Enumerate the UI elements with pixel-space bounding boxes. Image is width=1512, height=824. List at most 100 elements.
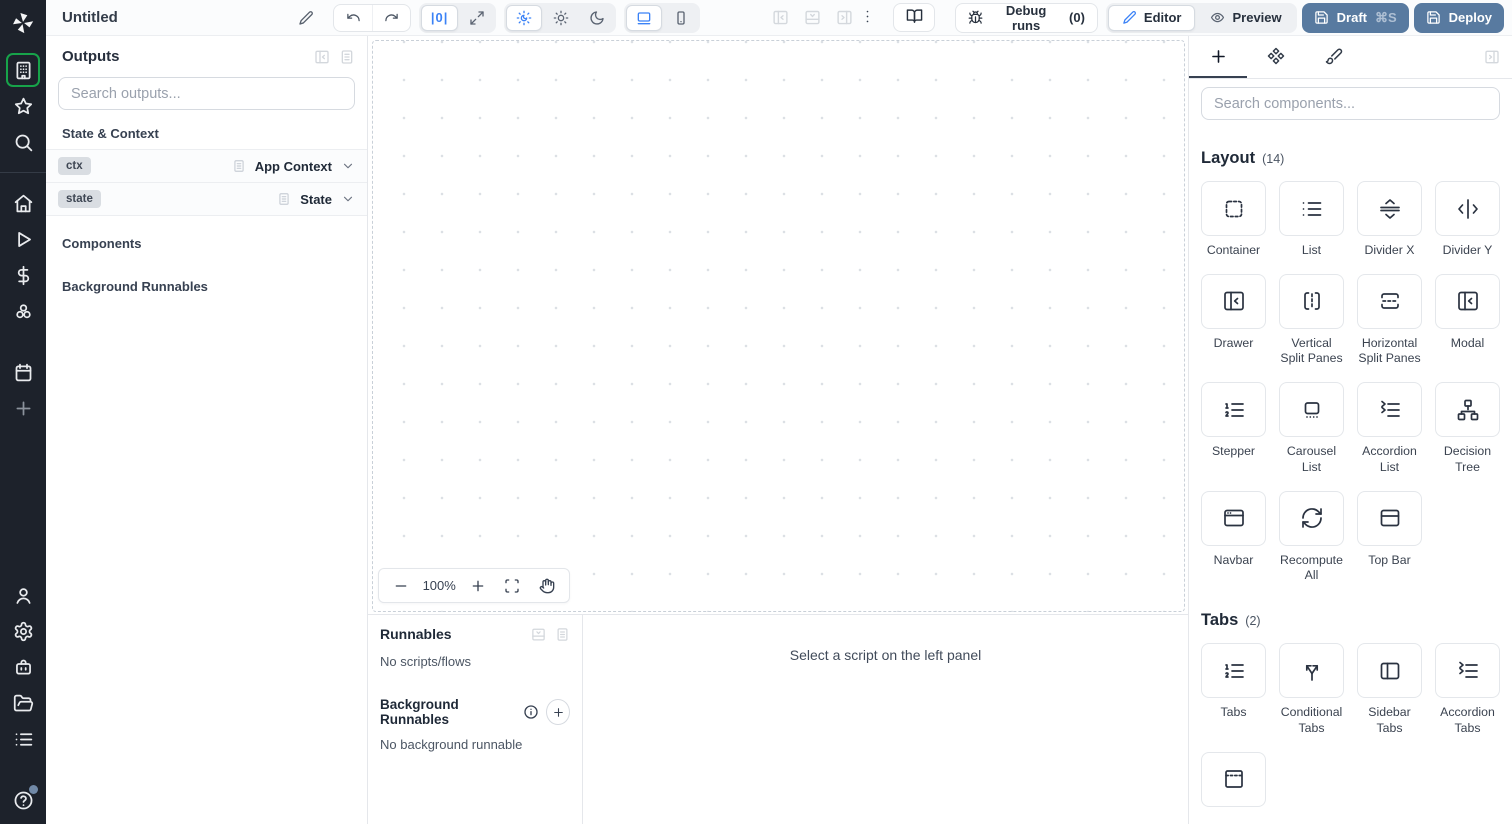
zoom-in-button[interactable] bbox=[465, 573, 491, 599]
search-icon bbox=[13, 132, 34, 153]
plus-icon bbox=[1209, 47, 1228, 66]
search-components-input[interactable] bbox=[1201, 87, 1500, 120]
sidebar-item-home[interactable] bbox=[6, 186, 40, 220]
tab-insert-component[interactable] bbox=[1189, 36, 1247, 78]
component-recompute-all[interactable] bbox=[1279, 490, 1344, 546]
component-list[interactable] bbox=[1279, 181, 1344, 236]
theme-light-button[interactable] bbox=[544, 5, 578, 31]
component-accordion-list[interactable] bbox=[1357, 382, 1422, 438]
expand-runnables-button[interactable] bbox=[555, 627, 570, 642]
component-navbar[interactable] bbox=[1201, 490, 1266, 546]
reset-zoom-button[interactable]: |0| bbox=[420, 4, 459, 31]
app-root: Untitled |0| Debug runs (0) Editor Previ… bbox=[0, 0, 1512, 824]
desktop-view-button[interactable] bbox=[626, 4, 663, 31]
collapse-panel-button[interactable] bbox=[1484, 49, 1500, 65]
divider-y-icon bbox=[1456, 197, 1480, 221]
component-cell: Sidebar Tabs bbox=[1357, 643, 1422, 736]
component-cell: Stepper bbox=[1201, 382, 1266, 475]
list-ordered-icon bbox=[1222, 398, 1246, 422]
save-icon bbox=[1314, 10, 1329, 25]
sidebar-item-hub[interactable] bbox=[6, 294, 40, 328]
output-type-label: State bbox=[300, 191, 332, 207]
toggle-left-panel-button[interactable] bbox=[772, 9, 789, 26]
file-lines-icon bbox=[232, 159, 246, 173]
windmill-logo[interactable] bbox=[10, 10, 36, 36]
zoom-out-button[interactable] bbox=[388, 573, 414, 599]
output-key-badge: ctx bbox=[58, 157, 91, 175]
component-divider-y[interactable] bbox=[1435, 181, 1500, 236]
add-background-runnable-button[interactable] bbox=[546, 699, 570, 725]
output-row-state[interactable]: state State bbox=[46, 183, 367, 216]
deploy-button[interactable]: Deploy bbox=[1413, 2, 1504, 33]
list-bullet-icon bbox=[1300, 197, 1324, 221]
component-conditional-tabs[interactable] bbox=[1279, 643, 1344, 699]
sun-moon-icon bbox=[516, 10, 532, 26]
toggle-right-panel-button[interactable] bbox=[836, 9, 853, 26]
component-top-bar[interactable] bbox=[1357, 490, 1422, 546]
component-decision-tree[interactable] bbox=[1435, 382, 1500, 438]
component-cell: Decision Tree bbox=[1435, 382, 1500, 475]
sidebar-item-help[interactable] bbox=[6, 783, 40, 817]
sidebar-item-plus[interactable] bbox=[6, 391, 40, 425]
undo-button[interactable] bbox=[334, 5, 372, 31]
more-menu-button[interactable] bbox=[853, 4, 881, 32]
hand-icon bbox=[539, 578, 555, 594]
component-dashed-top-tabs[interactable] bbox=[1201, 751, 1266, 807]
output-row-ctx[interactable]: ctx App Context bbox=[46, 150, 367, 183]
preview-mode-button[interactable]: Preview bbox=[1197, 5, 1294, 31]
pan-tool-button[interactable] bbox=[534, 573, 560, 599]
sidebar-item-building[interactable] bbox=[6, 53, 40, 87]
sidebar-item-folder[interactable] bbox=[6, 686, 40, 720]
component-accordion-tabs[interactable] bbox=[1435, 643, 1500, 699]
fit-view-button[interactable] bbox=[499, 573, 525, 599]
editor-mode-button[interactable]: Editor bbox=[1107, 4, 1196, 31]
accordion-icon bbox=[1456, 659, 1480, 683]
theme-dark-button[interactable] bbox=[580, 5, 614, 31]
component-stepper[interactable] bbox=[1201, 382, 1266, 438]
component-carousel-list[interactable] bbox=[1279, 382, 1344, 438]
sidebar-item-list[interactable] bbox=[6, 722, 40, 756]
component-label: Accordion Tabs bbox=[1440, 705, 1495, 735]
sidebar-item-gear[interactable] bbox=[6, 614, 40, 648]
sidebar-item-calendar[interactable] bbox=[6, 355, 40, 389]
theme-auto-button[interactable] bbox=[506, 4, 543, 31]
panel-left-close-icon bbox=[1222, 289, 1246, 313]
rename-app-button[interactable] bbox=[293, 5, 319, 31]
canvas-area[interactable]: 100% bbox=[368, 36, 1188, 614]
sidebar-item-star[interactable] bbox=[6, 89, 40, 123]
component-sidebar-tabs[interactable] bbox=[1357, 643, 1422, 699]
search-outputs-input[interactable] bbox=[58, 77, 355, 110]
sidebar-item-play[interactable] bbox=[6, 222, 40, 256]
vertical-split-icon bbox=[1300, 289, 1324, 313]
component-divider-x[interactable] bbox=[1357, 181, 1422, 236]
outputs-title: Outputs bbox=[62, 48, 120, 65]
collapse-outputs-button[interactable] bbox=[314, 49, 330, 65]
sidebar-item-bot[interactable] bbox=[6, 650, 40, 684]
expand-canvas-button[interactable] bbox=[460, 5, 494, 31]
network-icon bbox=[1456, 398, 1480, 422]
component-label: Modal bbox=[1450, 335, 1485, 350]
component-vertical-split-panes[interactable] bbox=[1279, 273, 1344, 329]
docs-button[interactable] bbox=[893, 3, 936, 32]
sidebar-item-search[interactable] bbox=[6, 125, 40, 159]
component-tabs[interactable] bbox=[1201, 643, 1266, 699]
app-canvas[interactable] bbox=[372, 40, 1185, 612]
tab-styling[interactable] bbox=[1305, 36, 1363, 78]
outputs-panel: Outputs State & Context ctx App Context st… bbox=[46, 36, 368, 824]
device-toggle-group bbox=[624, 2, 701, 33]
tab-component-settings[interactable] bbox=[1247, 36, 1305, 78]
redo-icon bbox=[384, 10, 399, 25]
expand-outputs-button[interactable] bbox=[339, 49, 355, 65]
component-container[interactable] bbox=[1201, 181, 1266, 236]
component-horizontal-split-panes[interactable] bbox=[1357, 273, 1422, 329]
sidebar-item-user[interactable] bbox=[6, 578, 40, 612]
sidebar-item-dollar[interactable] bbox=[6, 258, 40, 292]
component-drawer[interactable] bbox=[1201, 273, 1266, 329]
toggle-bottom-panel-button[interactable] bbox=[804, 9, 821, 26]
redo-button[interactable] bbox=[372, 4, 410, 31]
debug-runs-button[interactable]: Debug runs (0) bbox=[955, 2, 1098, 33]
collapse-runnables-button[interactable] bbox=[531, 627, 546, 642]
draft-button[interactable]: Draft ⌘S bbox=[1301, 2, 1409, 33]
component-modal[interactable] bbox=[1435, 273, 1500, 329]
mobile-view-button[interactable] bbox=[664, 5, 698, 31]
